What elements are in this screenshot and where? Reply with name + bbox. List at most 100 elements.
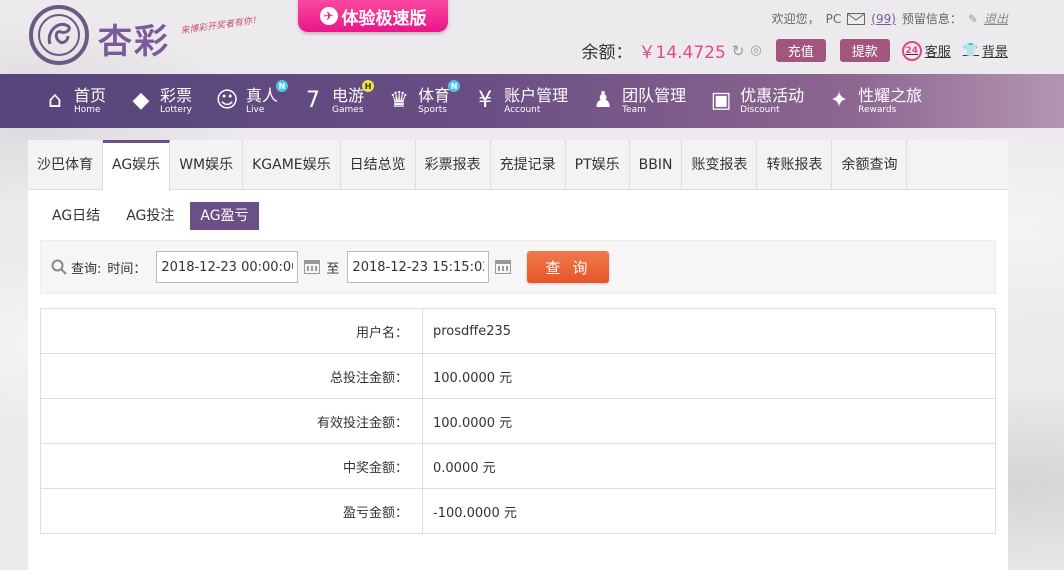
table-row: 有效投注金额： 100.0000 元: [40, 398, 996, 444]
calendar-icon[interactable]: [495, 260, 512, 274]
games-icon: 7: [306, 88, 321, 113]
tab-4[interactable]: 日结总览: [341, 140, 416, 190]
logo-slogan: 来博彩开奖者有你！: [179, 15, 262, 37]
message-label: 预留信息：: [901, 12, 962, 26]
nav-sublabel: Home: [74, 104, 101, 115]
nav-item-team[interactable]: ♟ 团队管理 Team: [590, 74, 686, 128]
rocket-icon: ✈: [319, 7, 338, 25]
query-label: 查询:: [71, 261, 102, 277]
nav-badge: N: [276, 80, 289, 92]
row-value: prosdffe235: [422, 308, 996, 354]
logout-link[interactable]: 退出: [984, 10, 1008, 27]
customer-service-link[interactable]: 24 客服: [901, 40, 951, 61]
nav-badge: N: [448, 80, 461, 92]
subtab-0[interactable]: AG日结: [42, 202, 110, 230]
lottery-icon: ◆: [132, 88, 150, 113]
nav-sublabel: Games: [332, 104, 364, 115]
team-icon: ♟: [593, 88, 613, 113]
speed-version-label: 体验极速版: [341, 8, 427, 29]
nav-item-games[interactable]: 7 电游 Games H: [300, 74, 375, 128]
end-time-input[interactable]: [347, 251, 490, 283]
nav-item-live[interactable]: ☺ 真人 Live N: [214, 74, 289, 128]
mail-count-link[interactable]: (99): [871, 12, 896, 26]
nav-label: 彩票: [160, 85, 193, 105]
query-button[interactable]: 查 询: [527, 251, 610, 283]
row-key: 有效投注金额：: [40, 398, 423, 444]
account-icon: ¥: [478, 88, 493, 113]
customer-service-label: 客服: [924, 45, 951, 60]
row-value: 0.0000 元: [422, 443, 996, 489]
username-short: PC: [825, 11, 842, 26]
tab-8[interactable]: BBIN: [630, 140, 683, 190]
main-panel: 沙巴体育 AG娱乐 WM娱乐 KGAME娱乐 日结总览 彩票报表 充提记录 PT娱乐 BBIN 账…: [28, 140, 1008, 570]
nav-item-lottery[interactable]: ◆ 彩票 Lottery: [128, 74, 192, 128]
background-label: 背景: [981, 45, 1008, 60]
nav-label: 团队管理: [622, 85, 687, 105]
background-link[interactable]: 👕 背景: [963, 41, 1008, 60]
nav-sublabel: Sports: [418, 104, 447, 115]
tab-2[interactable]: WM娱乐: [170, 140, 244, 190]
gift-icon: ▣: [710, 88, 732, 113]
row-value: -100.0000 元: [422, 488, 996, 534]
report-tabs: 沙巴体育 AG娱乐 WM娱乐 KGAME娱乐 日结总览 彩票报表 充提记录 PT娱乐 BBIN 账…: [28, 140, 1008, 191]
row-value: 100.0000 元: [422, 353, 996, 399]
support-24h-icon: 24: [901, 40, 922, 61]
subtab-1[interactable]: AG投注: [116, 202, 184, 230]
withdraw-button[interactable]: 提款: [839, 39, 890, 62]
nav-item-sports[interactable]: ♛ 体育 Sports N: [386, 74, 461, 128]
refresh-icon[interactable]: ↻: [732, 42, 745, 60]
table-row: 总投注金额： 100.0000 元: [40, 353, 996, 399]
nav-item-rewards[interactable]: ✦ 性耀之旅 Rewards: [826, 74, 922, 128]
speed-version-button[interactable]: ✈ 体验极速版: [298, 0, 448, 32]
nav-label: 账户管理: [504, 85, 569, 105]
tab-7[interactable]: PT娱乐: [566, 140, 630, 190]
tab-9[interactable]: 账变报表: [682, 140, 758, 190]
mail-icon[interactable]: [847, 12, 866, 25]
start-time-input[interactable]: [156, 251, 299, 283]
time-label: 时间：: [107, 261, 147, 277]
logo-text: 杏彩: [98, 22, 170, 62]
nav-sublabel: Lottery: [160, 104, 192, 115]
rewards-icon: ✦: [829, 88, 849, 113]
table-row: 中奖金额： 0.0000 元: [40, 443, 996, 489]
profit-loss-table: 用户名： prosdffe235 总投注金额： 100.0000 元有效投注金额： 10…: [40, 308, 996, 534]
tab-6[interactable]: 充提记录: [491, 140, 566, 190]
hide-eye-icon[interactable]: ◎: [750, 43, 761, 58]
header: 杏彩 来博彩开奖者有你！ ✈ 体验极速版 欢迎您， PC (99) 预留信息： …: [0, 0, 1064, 74]
balance-value: ￥14.4725: [638, 43, 726, 63]
nav-item-discount[interactable]: ▣ 优惠活动 Discount: [708, 74, 804, 128]
row-key: 中奖金额：: [40, 443, 423, 489]
search-icon: [51, 259, 67, 275]
table-row: 盈亏金额： -100.0000 元: [40, 488, 996, 534]
main-nav: ⌂ 首页 Home ◆ 彩票 Lottery ☺ 真人 Live N 7 电游 Games H ♛ 体育 Spo…: [0, 74, 1064, 128]
balance-row: 余额： ￥14.4725 ↻ ◎ 充值 提款 24 客服 👕 背景: [582, 38, 1008, 63]
tab-1[interactable]: AG娱乐: [103, 140, 171, 191]
subtab-2[interactable]: AG盈亏: [190, 202, 259, 230]
nav-sublabel: Discount: [740, 104, 780, 115]
balance-label: 余额：: [581, 43, 633, 63]
nav-label: 真人: [246, 85, 279, 105]
live-dealer-icon: ☺: [215, 88, 239, 113]
deposit-button[interactable]: 充值: [775, 39, 826, 62]
nav-label: 性耀之旅: [858, 85, 923, 105]
nav-label: 电游: [332, 85, 365, 105]
tab-11[interactable]: 余额查询: [832, 140, 908, 190]
tab-5[interactable]: 彩票报表: [416, 140, 491, 190]
edit-icon[interactable]: ✎: [968, 12, 978, 26]
nav-label: 体育: [418, 85, 451, 105]
calendar-icon[interactable]: [304, 260, 321, 274]
nav-sublabel: Live: [246, 104, 265, 115]
site-logo[interactable]: 杏彩 来博彩开奖者有你！: [28, 4, 288, 66]
nav-sublabel: Rewards: [858, 104, 897, 115]
to-label: 至: [326, 261, 340, 277]
row-key: 盈亏金额：: [40, 488, 423, 534]
tab-3[interactable]: KGAME娱乐: [243, 140, 341, 190]
trophy-icon: ♛: [389, 88, 409, 113]
top-user-info: 欢迎您， PC (99) 预留信息： ✎ 退出: [772, 10, 1008, 27]
tab-0[interactable]: 沙巴体育: [28, 140, 103, 190]
welcome-text: 欢迎您，: [771, 12, 820, 26]
nav-item-account[interactable]: ¥ 账户管理 Account: [472, 74, 568, 128]
nav-badge: H: [362, 80, 375, 92]
nav-item-home[interactable]: ⌂ 首页 Home: [42, 74, 106, 128]
tab-10[interactable]: 转账报表: [757, 140, 833, 190]
